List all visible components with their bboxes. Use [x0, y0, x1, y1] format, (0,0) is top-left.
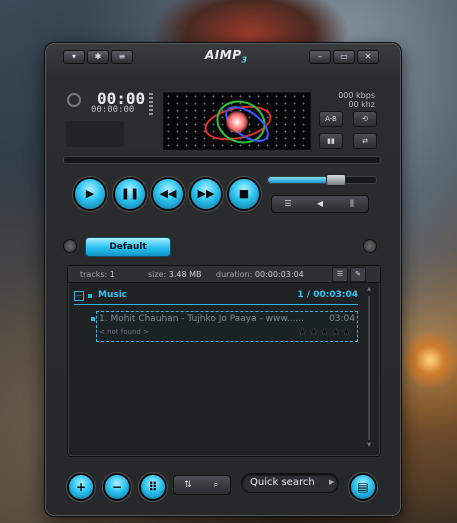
playlist-prev-icon[interactable] [63, 239, 77, 253]
power-icon[interactable] [67, 93, 81, 107]
track-marker [91, 317, 95, 321]
volume-slider[interactable] [267, 174, 377, 186]
remove-files-button[interactable]: − [103, 473, 131, 501]
track-rating[interactable]: ★★★★★ [298, 327, 353, 338]
maximize-button[interactable]: ▭ [333, 50, 355, 64]
tab-default-playlist[interactable]: Default [85, 237, 171, 257]
main-menu-button[interactable]: ▾ [63, 50, 85, 64]
equalizer-icon[interactable]: ⫼ [336, 196, 368, 212]
bitrate-label: 000 kbps [338, 91, 375, 100]
playlist-menu-icon[interactable]: ☰ [332, 267, 348, 282]
view-toggle-group: ☰ ◀ ⫼ [271, 195, 369, 213]
spectrum-icon[interactable]: ▮▮ [319, 133, 343, 149]
search-arrow-icon[interactable]: ▶ [329, 478, 334, 486]
search-icon[interactable]: ⌕ [202, 476, 230, 494]
group-stats: 1 / 00:03:04 [297, 290, 358, 300]
previous-button[interactable]: ◀◀ [151, 177, 185, 211]
track-subinfo: < not found > [99, 328, 149, 336]
time-sub-display: 00:00:00 [91, 105, 135, 115]
playlist-scrollbar[interactable]: ▲ ▼ [366, 286, 372, 450]
group-header[interactable]: − Music 1 / 00:03:04 [74, 290, 358, 305]
repeat-icon[interactable]: ⟲ [353, 111, 377, 127]
group-collapse-icon[interactable]: − [74, 291, 84, 301]
minimize-button[interactable]: ‒ [309, 50, 331, 64]
pause-button[interactable]: ❚❚ [113, 177, 147, 211]
samplerate-label: 00 khz [348, 100, 375, 109]
track-duration: 03:04 [329, 314, 355, 324]
rate-info: 000 kbps 00 khz [315, 91, 375, 109]
next-button[interactable]: ▶▶ [189, 177, 223, 211]
stop-button[interactable]: ■ [227, 177, 261, 211]
playlist-pin-icon[interactable]: ✎ [350, 267, 366, 282]
ab-repeat-button[interactable]: A-B [319, 111, 343, 127]
scroll-down-icon[interactable]: ▼ [366, 442, 372, 448]
shuffle-icon[interactable]: ⇄ [353, 133, 377, 149]
add-files-button[interactable]: + [67, 473, 95, 501]
playlist-manager-button[interactable]: ⠿ [139, 473, 167, 501]
play-button[interactable]: ▶ [73, 177, 107, 211]
sort-icon[interactable]: ⇅ [174, 476, 202, 494]
level-meter [149, 93, 153, 115]
playlist-next-icon[interactable] [363, 239, 377, 253]
playlist-info-bar: tracks: 1 size: 3.48 MB duration: 00:00:… [68, 266, 380, 283]
playlist-size: size: 3.48 MB [148, 270, 202, 279]
mute-icon[interactable]: ◀ [304, 196, 336, 212]
playlist[interactable]: tracks: 1 size: 3.48 MB duration: 00:00:… [67, 265, 381, 457]
group-marker [88, 294, 92, 298]
display-panel: 00:00 00:00:00 000 kbps 00 khz A-B ⟲ ▮▮ … [63, 89, 379, 150]
track-title: 1. Mohit Chauhan - Tujhko Jo Paaya - www… [99, 314, 305, 324]
visualizer[interactable] [163, 92, 311, 150]
wallpaper-flare [400, 330, 457, 390]
volume-thumb[interactable] [325, 174, 346, 186]
title-bar[interactable]: ▾ ✱ ≡ AIMP3 ‒ ▭ ✕ [45, 43, 401, 67]
playlist-track[interactable]: 1. Mohit Chauhan - Tujhko Jo Paaya - www… [91, 311, 358, 342]
tracks-count: tracks: 1 [80, 270, 115, 279]
scrollbar-track[interactable] [368, 296, 370, 440]
app-title: AIMP3 [205, 48, 248, 65]
close-button[interactable]: ✕ [357, 50, 379, 64]
visualizer-core [226, 111, 248, 133]
playlist-view-icon[interactable]: ☰ [272, 196, 304, 212]
group-name: Music [98, 290, 128, 300]
seek-bar[interactable] [63, 156, 381, 164]
volume-fill [268, 177, 335, 183]
lcd-panel: 00:00 00:00:00 [63, 89, 159, 149]
playlist-list-button[interactable]: ▤ [349, 473, 377, 501]
tool-group: ⇅ ⌕ [173, 475, 231, 495]
equalizer-button[interactable]: ≡ [111, 50, 133, 64]
player-window: ▾ ✱ ≡ AIMP3 ‒ ▭ ✕ 00:00 00:00:00 000 kbp… [44, 42, 402, 517]
settings-gear-icon[interactable]: ✱ [87, 50, 109, 64]
scroll-up-icon[interactable]: ▲ [366, 286, 372, 292]
info-box [66, 121, 124, 147]
quick-search-input[interactable] [241, 473, 339, 493]
playlist-duration: duration: 00:00:03:04 [216, 270, 304, 279]
